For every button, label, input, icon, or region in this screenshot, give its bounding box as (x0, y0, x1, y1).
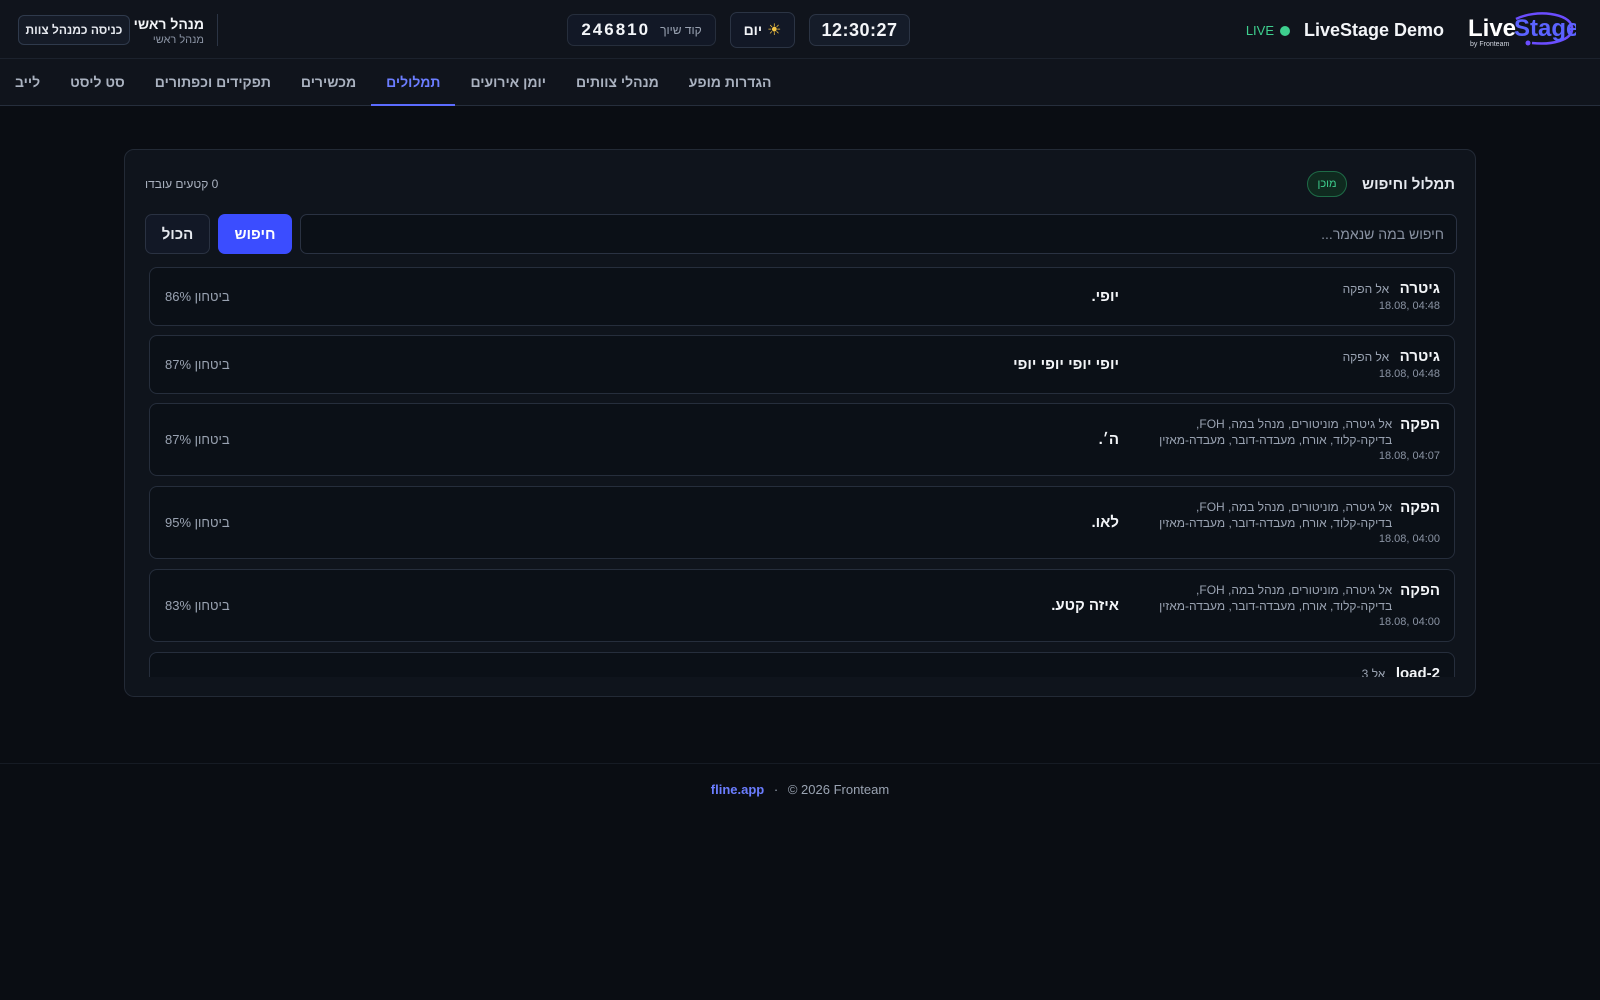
transcription-panel: תמלול וחיפוש מוכן 0 קטעים עובדו חיפוש הכ… (124, 149, 1476, 697)
transcript-source: הפקה (1400, 499, 1440, 516)
tab-team-managers[interactable]: מנהלי צוותים (561, 59, 674, 105)
footer-separator: · (773, 782, 779, 797)
transcript-meta: הפקה אל גיטרה, מוניטורים, מנהל במה, FOH,… (1140, 416, 1440, 462)
user-name: מנהל ראשי (133, 16, 204, 32)
transcript-recipients: אל גיטרה, מוניטורים, מנהל במה, FOH, בדיק… (1159, 500, 1393, 530)
transcript-recipients: אל 3 (1361, 667, 1386, 677)
tab-show-settings[interactable]: הגדרות מופע (674, 59, 787, 105)
live-label: LIVE (1245, 23, 1274, 38)
user-role: מנהל ראשי (152, 34, 204, 46)
transcript-time: 18.08, 04:48 (1378, 300, 1440, 312)
list-item[interactable]: הפקה אל גיטרה, מוניטורים, מנהל במה, FOH,… (149, 569, 1455, 642)
header-divider (217, 14, 218, 46)
transcript-text: לאו. (1091, 514, 1119, 531)
transcript-source: גיטרה (1399, 280, 1440, 297)
transcript-time: 18.08, 04:00 (1378, 533, 1440, 545)
user-info: מנהל ראשי מנהל ראשי (134, 16, 204, 46)
transcript-source: גיטרה (1399, 348, 1440, 365)
transcript-time: 18.08, 04:00 (1378, 616, 1440, 628)
search-button[interactable]: חיפוש (218, 214, 292, 254)
theme-label: יום (743, 22, 763, 38)
transcript-text: ה׳. (1098, 431, 1119, 448)
transcript-list[interactable]: גיטרה אל הפקה 18.08, 04:48 יופי. ביטחון … (149, 267, 1455, 677)
transcript-confidence: ביטחון 95% (165, 515, 230, 530)
transcript-recipients: אל גיטרה, מוניטורים, מנהל במה, FOH, בדיק… (1159, 417, 1393, 447)
tab-event-log[interactable]: יומן אירועים (455, 59, 560, 105)
transcript-recipients: אל גיטרה, מוניטורים, מנהל במה, FOH, בדיק… (1159, 583, 1393, 613)
list-item[interactable]: הפקה אל גיטרה, מוניטורים, מנהל במה, FOH,… (149, 486, 1455, 559)
transcript-meta: הפקה אל גיטרה, מוניטורים, מנהל במה, FOH,… (1140, 499, 1440, 545)
show-all-button[interactable]: הכול (145, 214, 210, 254)
pairing-code: קוד שיוך 246810 (567, 14, 716, 46)
list-item[interactable]: הפקה אל גיטרה, מוניטורים, מנהל במה, FOH,… (149, 403, 1455, 476)
transcript-meta: load-2 אל 3 (1140, 665, 1440, 677)
processed-count: 0 קטעים עובדו (145, 177, 219, 191)
search-input[interactable] (300, 214, 1457, 254)
tab-setlist[interactable]: סט ליסט (55, 59, 140, 105)
footer-divider (0, 763, 1600, 764)
main-nav: לייב סט ליסט תפקידים וכפתורים מכשירים תמ… (0, 59, 1600, 106)
clock: 12:30:27 (809, 14, 910, 46)
livestage-logo[interactable]: Live Stage by Fronteam (1466, 11, 1576, 49)
tab-roles-buttons[interactable]: תפקידים וכפתורים (140, 59, 286, 105)
transcript-source: הפקה (1400, 582, 1440, 599)
transcript-source: load-2 (1395, 665, 1440, 677)
transcript-confidence: ביטחון 87% (165, 357, 230, 372)
transcript-meta: הפקה אל גיטרה, מוניטורים, מנהל במה, FOH,… (1140, 582, 1440, 628)
tab-transcripts[interactable]: תמלולים (371, 59, 456, 106)
pairing-code-value: 246810 (581, 20, 651, 39)
list-item[interactable]: גיטרה אל הפקה 18.08, 04:48 יופי יופי יופ… (149, 335, 1455, 394)
transcript-recipients: אל הפקה (1342, 350, 1390, 364)
tab-live[interactable]: לייב (0, 59, 55, 105)
transcript-text: יופי יופי יופי יופי (1013, 356, 1119, 373)
theme-toggle-button[interactable]: ☀ יום (730, 12, 795, 48)
transcript-text: איזה קטע. (1051, 597, 1119, 614)
transcript-meta: גיטרה אל הפקה 18.08, 04:48 (1140, 348, 1440, 380)
status-badge: מוכן (1307, 171, 1347, 197)
list-item[interactable]: load-2 אל 3 (149, 652, 1455, 677)
list-item[interactable]: גיטרה אל הפקה 18.08, 04:48 יופי. ביטחון … (149, 267, 1455, 326)
transcript-confidence: ביטחון 83% (165, 598, 230, 613)
sun-icon: ☀ (767, 22, 782, 39)
transcript-confidence: ביטחון 87% (165, 432, 230, 447)
footer-link[interactable]: fline.app (711, 782, 764, 797)
svg-text:Live: Live (1468, 15, 1516, 42)
transcript-source: הפקה (1400, 416, 1440, 433)
live-indicator: LIVE (1246, 23, 1290, 38)
transcript-text: יופי. (1091, 288, 1119, 305)
footer: fline.app · © 2026 Fronteam (0, 782, 1600, 797)
transcript-meta: גיטרה אל הפקה 18.08, 04:48 (1140, 280, 1440, 312)
panel-title: תמלול וחיפוש (1362, 176, 1455, 193)
app-name: LiveStage Demo (1303, 20, 1444, 40)
live-dot-icon (1280, 25, 1290, 36)
svg-text:Stage: Stage (1514, 15, 1576, 42)
svg-text:by Fronteam: by Fronteam (1470, 41, 1509, 48)
transcript-confidence: ביטחון 86% (165, 289, 230, 304)
transcript-time: 18.08, 04:07 (1378, 450, 1440, 462)
crew-manager-login-button[interactable]: כניסה כמנהל צוות (18, 15, 130, 45)
tab-devices[interactable]: מכשירים (286, 59, 371, 105)
top-bar: Live Stage by Fronteam LiveStage Demo LI… (0, 0, 1600, 59)
transcript-recipients: אל הפקה (1342, 282, 1390, 296)
pairing-code-label: קוד שיוך (660, 23, 702, 37)
footer-copyright: © 2026 Fronteam (787, 782, 890, 797)
transcript-time: 18.08, 04:48 (1378, 368, 1440, 380)
